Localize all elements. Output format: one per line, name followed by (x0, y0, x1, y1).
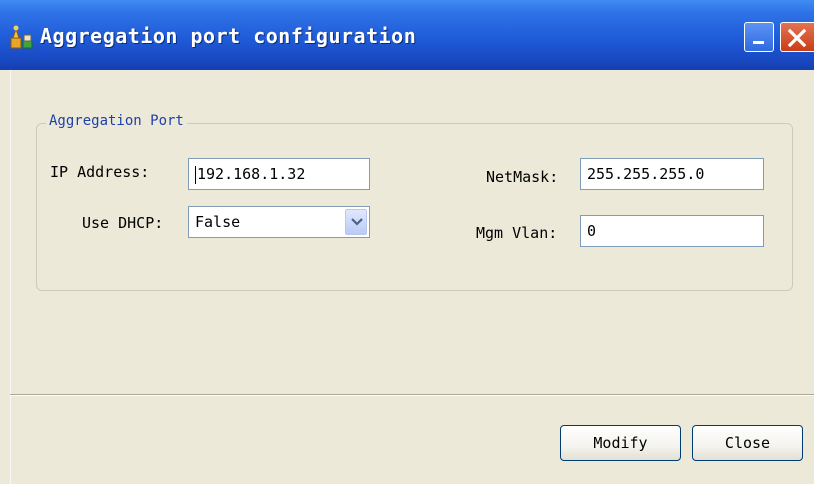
use-dhcp-label: Use DHCP: (82, 214, 164, 232)
dropdown-button[interactable] (345, 209, 367, 235)
mgm-vlan-input[interactable]: 0 (580, 215, 764, 247)
aggregation-port-group (36, 123, 793, 291)
app-icon (10, 25, 34, 49)
minimize-button[interactable] (744, 22, 774, 52)
footer-divider (10, 394, 814, 396)
netmask-label: NetMask: (486, 168, 559, 186)
ip-address-label: IP Address: (50, 163, 150, 181)
window-title: Aggregation port configuration (40, 24, 417, 48)
modify-button[interactable]: Modify (560, 425, 681, 461)
chevron-down-icon (351, 218, 363, 226)
use-dhcp-value: False (195, 213, 241, 231)
mgm-vlan-label: Mgm Vlan: (476, 224, 558, 242)
close-window-button[interactable] (780, 22, 814, 52)
close-button[interactable]: Close (692, 425, 803, 461)
group-legend: Aggregation Port (46, 113, 187, 129)
close-icon (787, 28, 807, 48)
ip-address-value: 192.168.1.32 (197, 165, 306, 183)
title-bar[interactable]: Aggregation port configuration (0, 0, 814, 70)
use-dhcp-select[interactable]: False (188, 206, 370, 238)
text-caret (195, 165, 196, 184)
mgm-vlan-value: 0 (587, 222, 597, 240)
config-window: Aggregation port configuration Aggregati… (0, 0, 814, 484)
ip-address-input[interactable]: 192.168.1.32 (188, 158, 370, 190)
minimize-icon (753, 41, 764, 44)
netmask-value: 255.255.255.0 (587, 165, 705, 183)
netmask-input[interactable]: 255.255.255.0 (580, 158, 764, 190)
